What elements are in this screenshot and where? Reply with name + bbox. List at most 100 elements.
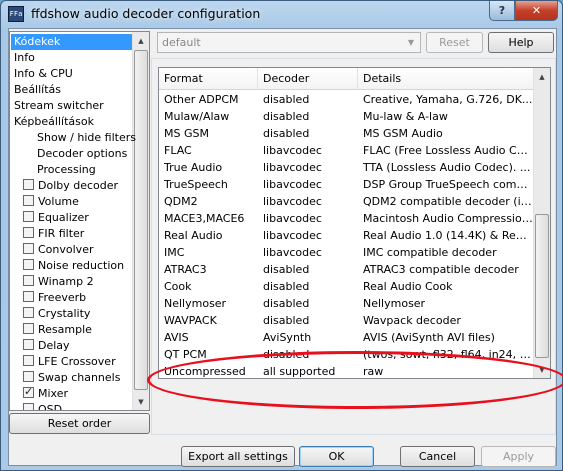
table-row[interactable]: Real Audio libavcodec Real Audio 1.0 (14.4…	[159, 227, 533, 244]
tree-item-label: Beállítás	[14, 83, 62, 96]
filter-checkbox[interactable]	[23, 227, 34, 238]
scroll-down-arrow-icon[interactable]: ▼	[534, 361, 550, 378]
table-row[interactable]: Mulaw/Alaw disabled Mu-law & A-law	[159, 108, 533, 125]
scroll-up-arrow-icon[interactable]: ▲	[534, 68, 550, 85]
close-button[interactable]: ✕	[515, 1, 558, 21]
table-row[interactable]: Uncompressed all supported raw	[159, 363, 533, 378]
table-row[interactable]: MACE3,MACE6 libavcodec Macintosh Audio Com…	[159, 210, 533, 227]
tree-item[interactable]: Mixer	[23, 384, 68, 402]
table-row[interactable]: Nellymoser disabled Nellymoser	[159, 295, 533, 312]
scroll-up-arrow-icon[interactable]: ▲	[133, 32, 149, 49]
apply-button[interactable]: Apply	[481, 446, 556, 467]
filter-checkbox[interactable]	[23, 179, 34, 190]
page-tree[interactable]: ▲ ▼ Kódekek Info Info & CPU Beállítás Stream…	[9, 31, 150, 411]
tree-item[interactable]: Noise reduction	[23, 258, 124, 274]
help-button[interactable]: Help	[488, 32, 554, 53]
tree-item[interactable]: Convolver	[23, 242, 93, 258]
tree-item[interactable]: Dolby decoder	[23, 178, 118, 194]
decoder-cell[interactable]: disabled	[258, 125, 358, 142]
tree-item[interactable]: Info	[14, 50, 35, 66]
tree-scroll-thumb[interactable]	[134, 50, 148, 390]
filter-checkbox[interactable]	[23, 323, 34, 334]
tree-item[interactable]: Swap channels	[23, 370, 120, 386]
column-header-format[interactable]: Format	[159, 68, 258, 90]
filter-checkbox[interactable]	[23, 259, 34, 270]
preset-dropdown[interactable]: default ▼	[157, 32, 421, 53]
decoder-cell[interactable]: libavcodec	[258, 244, 358, 261]
reset-order-button[interactable]: Reset order	[9, 413, 150, 434]
decoder-cell[interactable]: libavcodec	[258, 210, 358, 227]
cancel-button[interactable]: Cancel	[400, 446, 475, 467]
help-caption-button[interactable]: ?	[489, 1, 515, 21]
format-cell: Mulaw/Alaw	[164, 110, 230, 123]
filter-checkbox[interactable]	[23, 307, 34, 318]
table-row[interactable]: IMC libavcodec IMC compatible decoder	[159, 244, 533, 261]
decoder-cell[interactable]: libavcodec	[258, 159, 358, 176]
decoder-cell[interactable]: libavcodec	[258, 227, 358, 244]
tree-item[interactable]: Show / hide filters	[37, 130, 136, 146]
filter-checkbox[interactable]	[23, 211, 34, 222]
filter-checkbox[interactable]	[23, 195, 34, 206]
decoder-cell[interactable]: libavcodec	[258, 142, 358, 159]
filter-checkbox[interactable]	[23, 275, 34, 286]
tree-item[interactable]: Volume	[23, 194, 79, 210]
decoder-cell[interactable]: libavcodec	[258, 193, 358, 210]
tree-item[interactable]: OSD	[23, 402, 62, 410]
filter-checkbox[interactable]	[23, 291, 34, 302]
codec-list-scroll-thumb[interactable]	[535, 214, 549, 358]
table-row[interactable]: Cook disabled Real Audio Cook	[159, 278, 533, 295]
filter-checkbox[interactable]	[23, 371, 34, 382]
table-row[interactable]: True Audio libavcodec TTA (Lossless Audio …	[159, 159, 533, 176]
tree-item[interactable]: Kódekek	[11, 34, 132, 50]
decoder-cell[interactable]: libavcodec	[258, 176, 358, 193]
ok-button[interactable]: OK	[299, 446, 374, 467]
table-row[interactable]: AVIS AviSynth AVIS (AviSynth AVI files)	[159, 329, 533, 346]
title-bar[interactable]: FFa ffdshow audio decoder configuration …	[1, 1, 562, 27]
tree-item[interactable]: Delay	[23, 338, 70, 354]
decoder-cell[interactable]: all supported	[258, 363, 358, 378]
column-header-decoder[interactable]: Decoder	[258, 68, 358, 90]
tree-item[interactable]: Winamp 2	[23, 274, 94, 290]
decoder-cell[interactable]: disabled	[258, 278, 358, 295]
filter-checkbox[interactable]	[23, 339, 34, 350]
decoder-cell[interactable]: disabled	[258, 108, 358, 125]
decoder-cell[interactable]: disabled	[258, 346, 358, 363]
tree-item[interactable]: FIR filter	[23, 226, 84, 242]
table-row[interactable]: WAVPACK disabled Wavpack decoder	[159, 312, 533, 329]
filter-checkbox[interactable]	[23, 403, 34, 410]
tree-item[interactable]: Resample	[23, 322, 92, 338]
decoder-cell[interactable]: disabled	[258, 295, 358, 312]
tree-item[interactable]: Info & CPU	[14, 66, 73, 82]
table-row[interactable]: Other ADPCM disabled Creative, Yamaha, G.7…	[159, 91, 533, 108]
column-header-details[interactable]: Details	[358, 68, 533, 90]
tree-scrollbar[interactable]: ▲ ▼	[132, 32, 149, 410]
format-cell: QT PCM	[164, 348, 207, 361]
filter-checkbox[interactable]	[23, 384, 34, 400]
decoder-cell[interactable]: disabled	[258, 312, 358, 329]
tree-item[interactable]: Stream switcher	[14, 98, 104, 114]
export-all-settings-button[interactable]: Export all settings	[181, 446, 295, 467]
codec-list-scrollbar[interactable]: ▲ ▼	[533, 68, 550, 378]
table-row[interactable]: QDM2 libavcodec QDM2 compatible decoder (i…	[159, 193, 533, 210]
tree-item[interactable]: Freeverb	[23, 290, 86, 306]
table-row[interactable]: MS GSM disabled MS GSM Audio	[159, 125, 533, 142]
table-row[interactable]: ATRAC3 disabled ATRAC3 compatible decoder	[159, 261, 533, 278]
codec-list[interactable]: Format Decoder Details Other ADPCM disabl…	[158, 67, 551, 379]
table-row[interactable]: FLAC libavcodec FLAC (Free Lossless Audio …	[159, 142, 533, 159]
filter-checkbox[interactable]	[23, 243, 34, 254]
decoder-cell[interactable]: disabled	[258, 91, 358, 108]
tree-item[interactable]: Equalizer	[23, 210, 89, 226]
decoder-cell[interactable]: AviSynth	[258, 329, 358, 346]
filter-checkbox[interactable]	[23, 355, 34, 366]
tree-item[interactable]: Képbeállítások	[14, 114, 94, 130]
table-row[interactable]: QT PCM disabled (twos, sowt, fl32, fl64, i…	[159, 346, 533, 363]
tree-item[interactable]: Beállítás	[14, 82, 61, 98]
preset-reset-button[interactable]: Reset	[426, 32, 483, 53]
table-row[interactable]: TrueSpeech libavcodec DSP Group TrueSpeech…	[159, 176, 533, 193]
tree-item[interactable]: Crystality	[23, 306, 90, 322]
decoder-cell[interactable]: disabled	[258, 261, 358, 278]
scroll-down-arrow-icon[interactable]: ▼	[133, 393, 149, 410]
tree-item[interactable]: LFE Crossover	[23, 354, 116, 370]
tree-item[interactable]: Decoder options	[37, 146, 127, 162]
tree-item[interactable]: Processing	[37, 162, 96, 178]
